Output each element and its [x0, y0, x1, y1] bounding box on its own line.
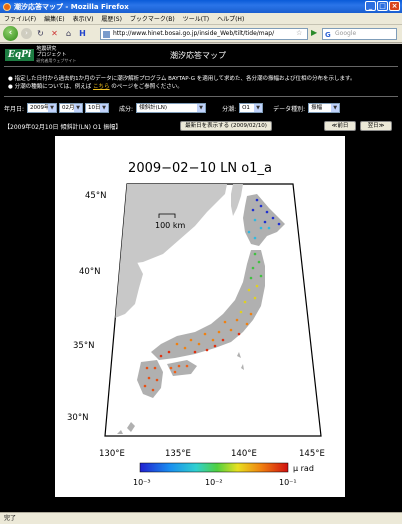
lon-label-145: 145°E [299, 449, 325, 459]
component-select[interactable]: 傾斜計(LN) ▼ [136, 103, 207, 113]
datatype-select[interactable]: 振幅 ▼ [308, 103, 341, 113]
colorbar-tick-1e-1: 10⁻¹ [279, 478, 297, 487]
menu-tools[interactable]: ツール(T) [183, 14, 209, 23]
site-logo[interactable]: EqPi 地震研究 プロジェクト 研究者用ウェブサイト [5, 46, 93, 63]
menu-help[interactable]: ヘルプ(H) [217, 14, 244, 23]
window-title: 潮汐応答マップ - Mozilla Firefox [14, 2, 129, 11]
lat-label-35: 35°N [73, 341, 94, 351]
colorbar: μ rad 10⁻³ 10⁻² 10⁻¹ [133, 462, 314, 487]
forward-button[interactable]: › [21, 28, 32, 39]
tide-select[interactable]: O1 ▼ [239, 103, 264, 113]
day-select[interactable]: 10日 ▼ [85, 103, 110, 113]
lon-label-135: 135°E [165, 449, 191, 459]
home-icon[interactable]: ⌂ [63, 28, 74, 39]
info-line-2: ● 分潮の種類については、例えば こちら のページをご参照ください。 [8, 84, 183, 90]
back-button[interactable]: ‹ [3, 26, 18, 41]
map-title: 2009−02−10 LN o1_a [128, 161, 272, 176]
lon-label-130: 130°E [99, 449, 125, 459]
menu-view[interactable]: 表示(V) [73, 14, 94, 23]
search-placeholder: Google [335, 30, 357, 37]
close-button[interactable]: × [389, 1, 400, 11]
next-day-button[interactable]: 翌日≫ [360, 121, 392, 131]
latest-date-button[interactable]: 最新日を表示する (2009/02/10) [180, 121, 272, 131]
tide-label: 分潮: [222, 105, 237, 113]
lat-label-45: 45°N [85, 191, 106, 201]
info-divider [4, 96, 398, 97]
colorbar-tick-1e-3: 10⁻³ [133, 478, 151, 487]
year-select[interactable]: 2009年 ▼ [27, 103, 58, 113]
logo-mark: EqPi [5, 48, 35, 61]
lat-label-30: 30°N [67, 413, 88, 423]
menu-edit[interactable]: 編集(E) [44, 14, 64, 23]
bookmark-star-icon[interactable]: ☆ [296, 29, 302, 37]
menu-history[interactable]: 履歴(S) [101, 14, 122, 23]
reload-icon[interactable]: ↻ [35, 28, 46, 39]
component-label: 成分: [119, 105, 134, 113]
site-favicon [103, 31, 110, 38]
header-divider [4, 66, 398, 67]
page-title: 潮汐応答マップ [170, 51, 226, 60]
page-content: EqPi 地震研究 プロジェクト 研究者用ウェブサイト 潮汐応答マップ ● 指定… [0, 44, 402, 512]
search-input[interactable]: G Google [322, 28, 397, 40]
tidal-response-map: 2009−02−10 LN o1_a 100 km 45°N 40°N 35°N… [55, 136, 345, 497]
minimize-button[interactable]: _ [365, 1, 376, 11]
logo-text: 地震研究 プロジェクト 研究者用ウェブサイト [36, 45, 77, 63]
menu-bar: ファイル(F) 編集(E) 表示(V) 履歴(S) ブックマーク(B) ツール(… [0, 13, 402, 25]
info-line-1: ● 指定した日付から過去約1か月のデータに潮汐解析プログラム BAYTAP-G … [8, 76, 356, 82]
date-label: 年月日: [4, 105, 25, 113]
navigation-toolbar: ‹ › ↻ ✕ ⌂ H http://www.hinet.bosai.go.jp… [0, 25, 402, 43]
datatype-label: データ種別: [273, 105, 306, 113]
hinet-icon[interactable]: H [77, 28, 88, 39]
map-area: 100 km 45°N 40°N 35°N 30°N 130°E 135°E 1… [67, 183, 325, 459]
controls-row: 年月日: 2009年 ▼ 02月 ▼ 10日 ▼ 成分: 傾斜計(LN) ▼ 分潮: O… [4, 102, 398, 114]
colorbar-tick-1e-2: 10⁻² [205, 478, 223, 487]
firefox-icon [3, 2, 11, 11]
stop-icon[interactable]: ✕ [49, 28, 60, 39]
lon-label-140: 140°E [231, 449, 257, 459]
prev-day-button[interactable]: ≪前日 [324, 121, 356, 131]
google-icon: G [325, 31, 331, 39]
url-text: http://www.hinet.bosai.go.jp/inside_Web/… [113, 30, 275, 37]
status-bar: 完了 [0, 512, 402, 524]
info-link[interactable]: こちら [93, 84, 110, 90]
go-button[interactable]: ▶ [311, 28, 321, 40]
map-caption: 【2009年02月10日 傾斜計(LN) O1 振幅】 [4, 124, 122, 131]
month-select[interactable]: 02月 ▼ [59, 103, 84, 113]
status-text: 完了 [4, 515, 17, 522]
maximize-button[interactable]: □ [377, 1, 388, 11]
lat-label-40: 40°N [79, 267, 100, 277]
svg-text:100 km: 100 km [155, 221, 185, 230]
url-input[interactable]: http://www.hinet.bosai.go.jp/inside_Web/… [100, 28, 308, 40]
colorbar-unit: μ rad [293, 464, 314, 473]
window-titlebar: 潮汐応答マップ - Mozilla Firefox _ □ × [0, 0, 402, 13]
date-row: 【2009年02月10日 傾斜計(LN) O1 振幅】 最新日を表示する (20… [4, 121, 398, 132]
page-header: EqPi 地震研究 プロジェクト 研究者用ウェブサイト 潮汐応答マップ [0, 44, 402, 65]
menu-file[interactable]: ファイル(F) [4, 14, 36, 23]
menu-bookmarks[interactable]: ブックマーク(B) [130, 14, 175, 23]
